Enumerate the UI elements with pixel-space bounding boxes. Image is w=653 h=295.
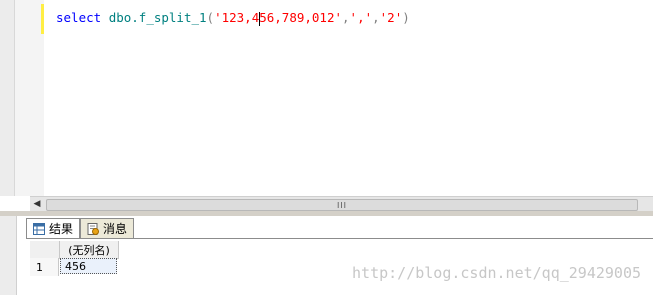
editor-horizontal-scrollbar[interactable]: ◀ III bbox=[30, 196, 653, 211]
editor-vertical-scrollbar[interactable] bbox=[0, 0, 15, 196]
close-paren: ) bbox=[402, 10, 410, 25]
string-literal-1a: '123,4 bbox=[214, 10, 260, 25]
string-literal-2: ',' bbox=[349, 10, 373, 25]
tab-messages-label: 消息 bbox=[103, 222, 128, 236]
string-literal-3: '2' bbox=[379, 10, 403, 25]
results-tabs: 结果 消息 bbox=[26, 218, 135, 238]
open-paren: ( bbox=[206, 10, 215, 25]
scroll-left-arrow-icon[interactable]: ◀ bbox=[30, 197, 44, 211]
keyword-select: select bbox=[56, 10, 102, 25]
result-cell[interactable]: 456 bbox=[60, 258, 117, 274]
grid-header-row: (无列名) bbox=[30, 241, 119, 259]
watermark: http://blog.csdn.net/qq_29429005 bbox=[352, 264, 641, 282]
query-editor[interactable]: select dbo.f_split_1('123,456,789,012','… bbox=[44, 0, 653, 196]
results-grid[interactable]: (无列名) 1 456 bbox=[30, 241, 119, 276]
comma-2: , bbox=[372, 10, 380, 25]
tab-results[interactable]: 结果 bbox=[26, 218, 81, 238]
tab-underline bbox=[26, 238, 653, 239]
table-row[interactable]: 1 456 bbox=[30, 258, 119, 276]
tab-messages[interactable]: 消息 bbox=[80, 218, 135, 238]
grid-corner[interactable] bbox=[30, 241, 60, 259]
scrollbar-grip-icon: III bbox=[336, 200, 348, 210]
results-left-strip bbox=[0, 216, 17, 295]
string-literal-1b: 56,789,012' bbox=[259, 10, 343, 25]
tab-results-label: 结果 bbox=[49, 222, 74, 236]
message-icon bbox=[87, 222, 100, 235]
function-name: dbo.f_split_1 bbox=[108, 10, 207, 25]
column-header[interactable]: (无列名) bbox=[60, 241, 119, 259]
comma-1: , bbox=[342, 10, 350, 25]
code-line: select dbo.f_split_1('123,456,789,012','… bbox=[56, 10, 410, 26]
scrollbar-thumb[interactable]: III bbox=[46, 199, 638, 211]
row-number[interactable]: 1 bbox=[30, 258, 59, 276]
grid-icon bbox=[33, 222, 45, 235]
